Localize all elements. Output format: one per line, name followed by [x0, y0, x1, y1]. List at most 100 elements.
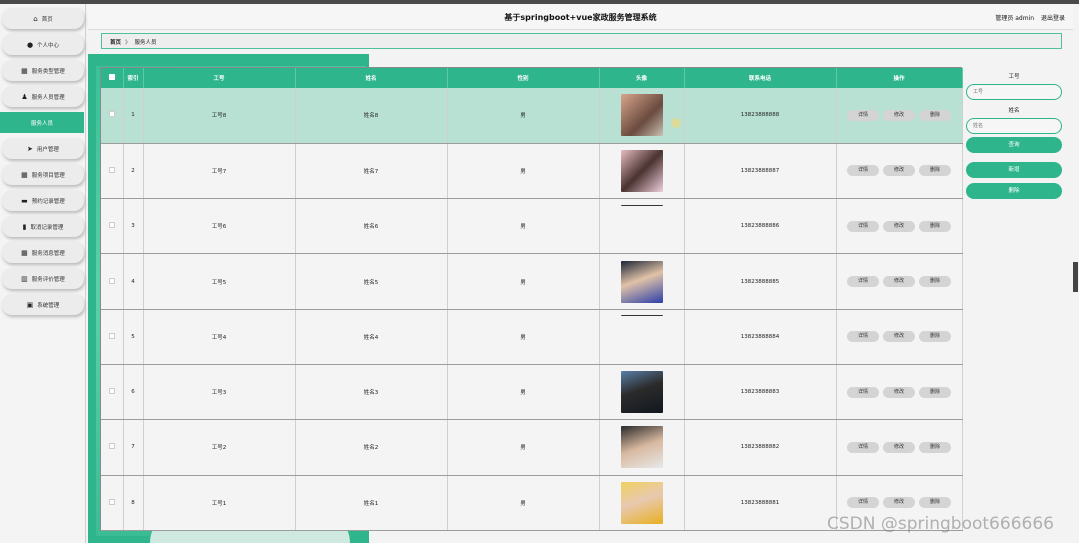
- sidebar-item-9[interactable]: ▦ 服务消息管理: [2, 242, 84, 263]
- sidebar-item-label: 服务消息管理: [31, 250, 65, 257]
- edit-button[interactable]: 修改: [883, 441, 915, 453]
- edit-button[interactable]: 修改: [883, 276, 915, 288]
- sidebar-item-7[interactable]: ▬ 预约记录管理: [2, 190, 84, 211]
- row-checkbox-cell[interactable]: [101, 88, 124, 144]
- table-row[interactable]: 4 工号5 姓名5 男 13823888885 详情 修改 删除: [101, 253, 963, 310]
- detail-button[interactable]: 详情: [847, 165, 879, 177]
- sidebar: ⌂ 首页 ● 个人中心 ▦ 服务类型管理 ♟ 服务人员管理 服务人员 ➤ 用户管理 ▦ 服务项目管理 ▬ 预…: [0, 4, 86, 543]
- table-row[interactable]: 5 工号4 姓名4 男 13823888884 详情 修改 删除: [101, 309, 963, 365]
- delete-button[interactable]: 删除: [919, 109, 951, 121]
- send-icon: ➤: [27, 144, 33, 153]
- row-checkbox-cell[interactable]: [101, 475, 124, 531]
- row-checkbox[interactable]: [108, 166, 115, 173]
- breadcrumb-home[interactable]: 首页: [110, 40, 121, 46]
- cell-gender: 男: [447, 143, 600, 200]
- name-search-input[interactable]: [966, 118, 1062, 134]
- detail-button[interactable]: 详情: [847, 497, 879, 509]
- edit-button[interactable]: 修改: [883, 497, 915, 509]
- row-checkbox-cell[interactable]: [101, 198, 124, 255]
- sidebar-item-label: 首页: [41, 16, 53, 23]
- edit-button[interactable]: 修改: [883, 331, 915, 343]
- table-row[interactable]: 6 工号3 姓名3 男 13823888883 详情 修改 删除: [101, 364, 963, 421]
- delete-button[interactable]: 删除: [919, 220, 951, 232]
- edit-button[interactable]: 修改: [883, 220, 915, 232]
- header: 基于springboot+vue家政服务管理系统 管理员 admin 退出登录: [88, 4, 1073, 30]
- query-button[interactable]: 查询: [966, 137, 1062, 153]
- detail-button[interactable]: 详情: [847, 331, 879, 343]
- app-title: 基于springboot+vue家政服务管理系统: [504, 13, 657, 22]
- edit-button[interactable]: 修改: [883, 165, 915, 177]
- cell-name: 姓名6: [295, 198, 448, 255]
- detail-button[interactable]: 详情: [847, 441, 879, 453]
- detail-button[interactable]: 详情: [847, 220, 879, 232]
- sidebar-item-3[interactable]: ♟ 服务人员管理: [2, 86, 84, 107]
- delete-button[interactable]: 删除: [919, 165, 951, 177]
- detail-button[interactable]: 详情: [847, 276, 879, 288]
- sidebar-item-1[interactable]: ● 个人中心: [2, 34, 84, 55]
- ticket-icon: ▬: [21, 196, 28, 205]
- cell-phone: 13823888883: [684, 364, 837, 421]
- delete-button[interactable]: 删除: [919, 441, 951, 453]
- table-row[interactable]: 7 工号2 姓名2 男 13823888882 详情 修改 删除: [101, 419, 963, 476]
- row-checkbox[interactable]: [108, 443, 115, 450]
- sidebar-item-label: 服务项目管理: [31, 172, 65, 179]
- sidebar-item-6[interactable]: ▦ 服务项目管理: [2, 164, 84, 185]
- row-checkbox-cell[interactable]: [101, 253, 124, 310]
- detail-button[interactable]: 详情: [847, 109, 879, 121]
- sidebar-item-4[interactable]: 服务人员: [0, 112, 84, 133]
- row-checkbox-cell[interactable]: [101, 143, 124, 200]
- batch-delete-button[interactable]: 删除: [966, 183, 1062, 199]
- code-search-label: 工号: [1008, 74, 1020, 80]
- sidebar-item-5[interactable]: ➤ 用户管理: [2, 138, 84, 159]
- column-header-code: 工号: [143, 68, 296, 88]
- sidebar-item-10[interactable]: ▥ 服务评价管理: [2, 268, 84, 289]
- mouse-cursor-indicator: [671, 118, 681, 128]
- cell-index: 4: [123, 253, 144, 310]
- sidebar-item-8[interactable]: ▮ 取消记录管理: [2, 216, 84, 237]
- sidebar-item-label: 个人中心: [37, 42, 60, 49]
- edit-button[interactable]: 修改: [883, 109, 915, 121]
- row-checkbox[interactable]: [108, 388, 115, 395]
- row-checkbox[interactable]: [108, 222, 115, 229]
- column-header-name: 姓名: [295, 68, 448, 88]
- select-all-checkbox[interactable]: [108, 74, 115, 80]
- breadcrumb: 首页》服务人员: [101, 33, 1062, 49]
- avatar: [620, 426, 663, 469]
- page-scrollbar[interactable]: [1073, 262, 1078, 292]
- app-window: 基于springboot+vue家政服务管理系统 管理员 admin 退出登录 …: [0, 0, 1079, 543]
- broken-avatar-image: [620, 204, 663, 207]
- code-search-input[interactable]: [966, 84, 1062, 100]
- delete-button[interactable]: 删除: [919, 386, 951, 398]
- cell-index: 3: [123, 198, 144, 255]
- delete-button[interactable]: 删除: [919, 331, 951, 343]
- cell-actions: 详情 修改 删除: [836, 364, 963, 421]
- delete-button[interactable]: 删除: [919, 276, 951, 288]
- row-checkbox[interactable]: [108, 111, 115, 118]
- add-button[interactable]: 新增: [966, 162, 1062, 178]
- logout-link[interactable]: 退出登录: [1041, 15, 1065, 22]
- row-checkbox-cell[interactable]: [101, 419, 124, 476]
- user-area: 管理员 admin 退出登录: [990, 13, 1065, 22]
- table-row[interactable]: 1 工号8 姓名8 男 13823888888 详情 修改 删除: [101, 88, 963, 144]
- detail-button[interactable]: 详情: [847, 386, 879, 398]
- avatar: [620, 371, 663, 414]
- cell-avatar: [599, 198, 685, 255]
- row-checkbox-cell[interactable]: [101, 364, 124, 421]
- cell-avatar: [599, 475, 685, 531]
- sidebar-item-2[interactable]: ▦ 服务类型管理: [2, 60, 84, 81]
- row-checkbox[interactable]: [108, 498, 115, 505]
- row-checkbox[interactable]: [108, 332, 115, 339]
- table-row[interactable]: 2 工号7 姓名7 男 13823888887 详情 修改 删除: [101, 143, 963, 200]
- select-all-checkbox-cell[interactable]: [101, 68, 124, 88]
- broken-avatar-image: [620, 315, 663, 317]
- bar-chart-icon: ▥: [21, 274, 28, 283]
- row-checkbox-cell[interactable]: [101, 309, 124, 365]
- cell-code: 工号7: [143, 143, 296, 200]
- sidebar-item-11[interactable]: ▣ 系统管理: [2, 294, 84, 315]
- delete-button[interactable]: 删除: [919, 497, 951, 509]
- sidebar-item-0[interactable]: ⌂ 首页: [2, 8, 84, 29]
- edit-button[interactable]: 修改: [883, 386, 915, 398]
- table-row[interactable]: 3 工号6 姓名6 男 13823888886 详情 修改 删除: [101, 198, 963, 255]
- row-checkbox[interactable]: [108, 277, 115, 284]
- sidebar-item-label: 用户管理: [36, 146, 59, 153]
